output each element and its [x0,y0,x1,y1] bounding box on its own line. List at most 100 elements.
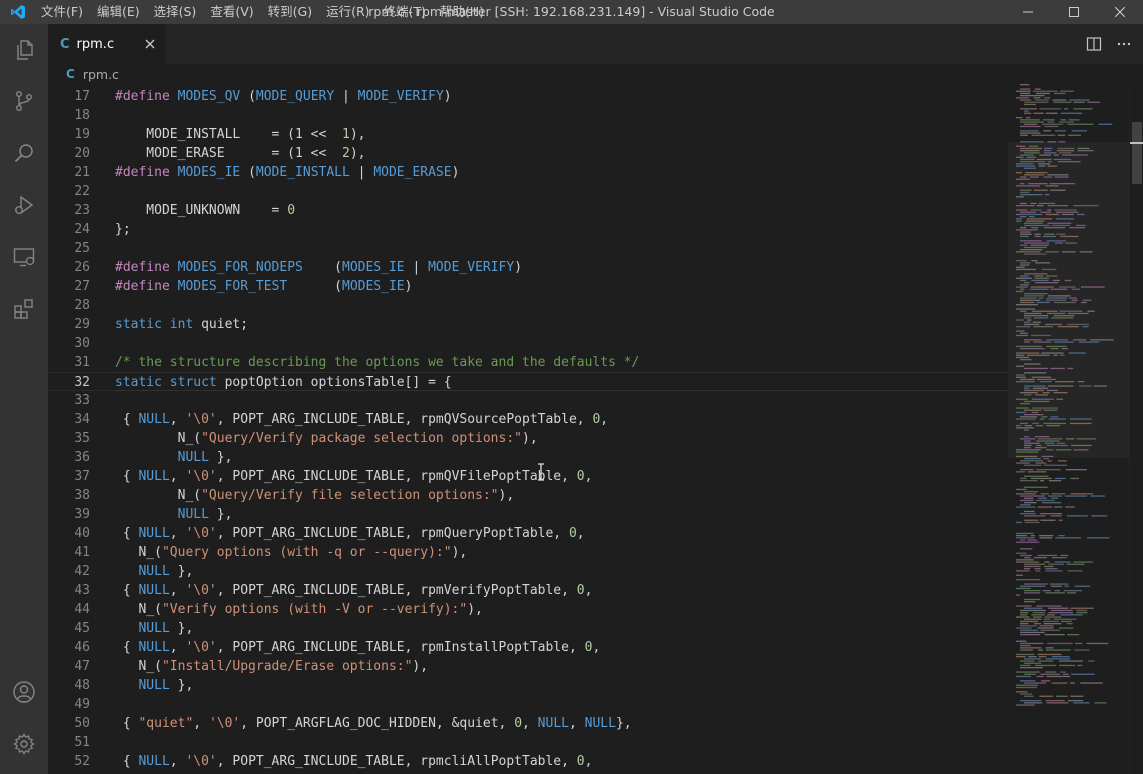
breadcrumb-file[interactable]: rpm.c [83,67,119,82]
code-token: { [115,526,139,541]
minimap-mark [1020,645,1031,647]
code-line[interactable]: 40 { NULL, '\0', POPT_ARG_INCLUDE_TABLE,… [48,524,1008,543]
code-line[interactable]: 37 { NULL, '\0', POPT_ARG_INCLUDE_TABLE,… [48,467,1008,486]
menu-help[interactable]: 帮助(H) [433,0,491,24]
minimap-mark [1043,227,1066,229]
minimap-mark [1060,112,1083,114]
code-line[interactable]: 52 { NULL, '\0', POPT_ARG_INCLUDE_TABLE,… [48,752,1008,771]
extensions-button[interactable] [0,285,48,333]
minimap-mark [1045,323,1063,326]
code-line[interactable]: 29 static int quiet; [48,315,1008,334]
line-text: static struct poptOption optionsTable[] … [115,373,452,392]
minimap-mark [1020,231,1031,233]
code-line[interactable]: 28 [48,296,1008,315]
code-editor[interactable]: 17 #define MODES_QV (MODE_QUERY | MODE_VE… [48,84,1008,774]
code-token: }; [115,222,131,237]
more-actions-button[interactable] [1116,24,1132,64]
settings-button[interactable] [0,720,48,768]
code-line[interactable]: 49 [48,695,1008,714]
source-control-button[interactable] [0,77,48,125]
maximize-button[interactable] [1051,0,1097,24]
scrollbar-thumb[interactable] [1132,122,1142,184]
code-line[interactable]: 30 [48,334,1008,353]
code-line[interactable]: 41 N_("Query options (with -q or --query… [48,543,1008,562]
code-line[interactable]: 31 /* the structure describing the option… [48,353,1008,372]
run-debug-button[interactable] [0,181,48,229]
minimap-mark [1024,112,1032,114]
close-window-button[interactable] [1097,0,1143,24]
code-token: ) [451,165,460,180]
minimap-mark [1042,392,1050,394]
code-line[interactable]: 17 #define MODES_QV (MODE_QUERY | MODE_VE… [48,87,1008,106]
code-line[interactable]: 20 MODE_ERASE = (1 << 2), [48,144,1008,163]
explorer-button[interactable] [0,26,48,74]
vertical-scrollbar[interactable] [1129,84,1143,774]
minimap-mark [1040,519,1056,521]
minimap-mark [1046,444,1068,447]
menu-edit[interactable]: 编辑(E) [90,0,147,24]
code-line[interactable]: 47 N_("Install/Upgrade/Erase options:"), [48,657,1008,676]
code-line[interactable]: 25 [48,239,1008,258]
minimap-mark [1057,326,1079,328]
split-editor-button[interactable] [1086,24,1102,64]
code-token: poptOption optionsTable[] = { [224,375,452,390]
code-line[interactable]: 39 NULL }, [48,505,1008,524]
code-line[interactable]: 19 MODE_INSTALL = (1 << 1), [48,125,1008,144]
code-token: /* the structure describing the options … [115,355,640,370]
code-line[interactable]: 18 [48,106,1008,125]
code-token: , [169,640,186,655]
remote-explorer-button[interactable] [0,233,48,281]
code-token: '\0' [185,526,217,541]
minimize-button[interactable] [1005,0,1051,24]
menu-selection[interactable]: 选择(S) [147,0,204,24]
code-line[interactable]: 44 N_("Verify options (with -V or --veri… [48,600,1008,619]
minimap-mark [1046,389,1059,392]
code-line[interactable]: 36 NULL }, [48,448,1008,467]
code-line[interactable]: 45 NULL }, [48,619,1008,638]
code-token: '\0' [185,469,217,484]
code-token: , [568,716,585,731]
tab-close-button[interactable] [142,36,158,52]
tab-rpm-c[interactable]: C rpm.c [48,24,166,64]
menu-terminal[interactable]: 终端(T) [377,0,433,24]
minimap-mark [1024,224,1050,227]
code-line[interactable]: 43 { NULL, '\0', POPT_ARG_INCLUDE_TABLE,… [48,581,1008,600]
code-token: , [522,716,538,731]
menu-run[interactable]: 运行(R) [319,0,376,24]
code-line[interactable]: 23 MODE_UNKNOWN = 0 [48,201,1008,220]
code-line[interactable]: 38 N_("Query/Verify file selection optio… [48,486,1008,505]
minimap-mark [1020,378,1035,381]
line-number: 31 [74,355,90,370]
minimap-mark [1020,625,1037,627]
minimap-mark [1029,145,1039,147]
code-token: "Query/Verify file selection options:" [201,488,499,503]
code-line[interactable]: 51 [48,733,1008,752]
code-line[interactable]: 27 #define MODES_FOR_TEST (MODES_IE) [48,277,1008,296]
minimap-mark [1087,101,1101,103]
minimap-mark [1077,664,1083,667]
code-line[interactable]: 32 static struct poptOption optionsTable[… [48,372,1008,391]
code-line[interactable]: 26 #define MODES_FOR_NODEPS (MODES_IE | M… [48,258,1008,277]
minimap[interactable] [1008,84,1129,774]
menu-file[interactable]: 文件(F) [35,0,90,24]
accounts-button[interactable] [0,668,48,716]
minimap-mark [1016,326,1031,328]
code-line[interactable]: 22 [48,182,1008,201]
menu-view[interactable]: 查看(V) [203,0,260,24]
code-line[interactable]: 42 NULL }, [48,562,1008,581]
search-button[interactable] [0,129,48,177]
minimap-mark [1051,682,1068,684]
code-line[interactable]: 24}; [48,220,1008,239]
minimap-mark [1034,189,1048,191]
minimap-mark [1077,150,1094,152]
code-line[interactable]: 46 { NULL, '\0', POPT_ARG_INCLUDE_TABLE,… [48,638,1008,657]
code-line[interactable]: 48 NULL }, [48,676,1008,695]
code-line[interactable]: 34 { NULL, '\0', POPT_ARG_INCLUDE_TABLE,… [48,410,1008,429]
minimap-mark [1016,117,1023,119]
code-line[interactable]: 50 { "quiet", '\0', POPT_ARGFLAG_DOC_HID… [48,714,1008,733]
menu-go[interactable]: 转到(G) [261,0,319,24]
minimap-mark [1016,165,1036,167]
code-line[interactable]: 21 #define MODES_IE (MODE_INSTALL | MODE_… [48,163,1008,182]
code-line[interactable]: 35 N_("Query/Verify package selection op… [48,429,1008,448]
code-line[interactable]: 33 [48,391,1008,410]
